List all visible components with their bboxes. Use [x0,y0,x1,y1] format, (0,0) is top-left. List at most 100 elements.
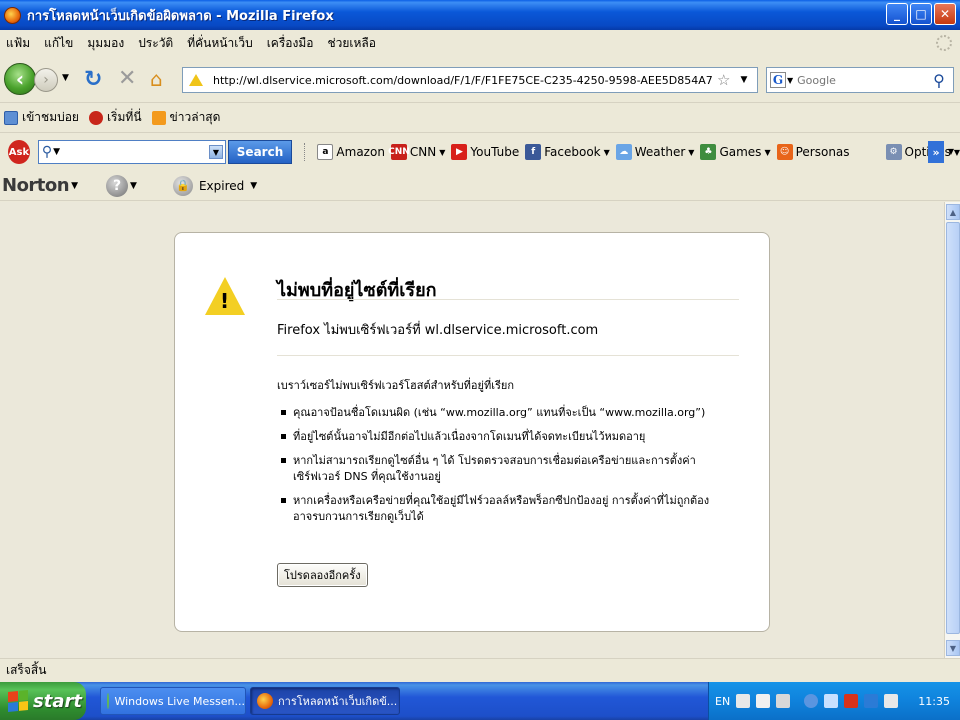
menu-bar: แฟ้ม แก้ไข มุมมอง ประวัติ ที่คั่นหน้าเว็… [0,30,960,57]
security-icon[interactable] [844,694,859,708]
chevron-down-icon[interactable]: ▼ [954,148,960,157]
error-short-desc: Firefox ไม่พบเซิร์ฟเวอร์ที่ wl.dlservice… [277,323,599,338]
firefox-icon [4,6,21,24]
toolbar-item-cnn[interactable]: CNN CNN ▼ [388,144,445,160]
ask-logo-icon[interactable]: Ask [8,140,30,164]
toolbar-item-label: Games [719,145,762,159]
clock[interactable]: 11:35 [918,695,950,708]
divider [277,355,739,356]
status-text: เสร็จสิ้น [6,663,47,677]
lock-icon[interactable]: 🔒 [172,175,193,196]
chevron-down-icon[interactable]: ▼ [71,181,78,191]
close-button[interactable]: ✕ [934,3,956,25]
error-page: ! ไม่พบที่อยู่ไซต์ที่เรียก Firefox ไม่พบ… [174,232,770,632]
toolbar-item-label: Personas [795,145,850,159]
url-text[interactable]: http://wl.dlservice.microsoft.com/downlo… [213,74,713,87]
menu-history[interactable]: ประวัติ [138,34,173,53]
start-label: start [33,690,82,712]
menu-help[interactable]: ช่วยเหลือ [327,34,376,53]
firefox-icon [257,693,273,709]
stop-button[interactable]: ✕ [118,66,136,91]
help-icon[interactable]: ? [106,174,129,197]
chevron-down-icon[interactable]: ▼ [439,148,445,157]
search-input[interactable] [797,73,934,87]
windows-flag-icon [8,689,28,713]
taskbar-item-label: Windows Live Messen... [114,694,245,708]
back-button[interactable]: ‹ [4,63,36,95]
menu-view[interactable]: มุมมอง [87,34,124,53]
bookmark-most-visited[interactable]: เข้าชมบ่อย [4,108,79,127]
toolbar-item-facebook[interactable]: f Facebook ▼ [525,144,610,160]
ask-search-button[interactable]: Search [228,140,293,164]
toolbar-item-label: YouTube [470,145,520,159]
toolbar-item-amazon[interactable]: a Amazon [317,144,385,160]
weather-icon: ☁ [615,144,632,160]
start-button[interactable]: start [0,682,86,720]
antivirus-icon[interactable] [864,694,879,708]
home-button[interactable]: ⌂ [150,67,163,91]
forward-button[interactable]: › [34,68,58,92]
toolbar-item-personas[interactable]: ☺ Personas [776,144,850,160]
toolbar-item-weather[interactable]: ☁ Weather ▼ [615,144,694,160]
toolbar-overflow-button[interactable]: » [928,141,944,163]
volume-icon[interactable] [884,694,899,708]
chevron-down-icon[interactable]: ▼ [688,148,694,157]
taskbar-item-label: การโหลดหน้าเว็บเกิดข้... [278,695,398,708]
throbber-icon [936,35,952,51]
chevron-down-icon[interactable]: ▼ [250,181,257,191]
bookmark-latest-headlines[interactable]: ข่าวล่าสุด [151,108,220,127]
menu-tools[interactable]: เครื่องมือ [267,34,314,53]
keyboard-icon[interactable] [736,694,751,708]
menu-bookmarks[interactable]: ที่คั่นหน้าเว็บ [187,34,252,53]
expired-label[interactable]: Expired [199,179,244,193]
bookmark-getting-started[interactable]: เริ่มที่นี่ [88,108,142,127]
url-bar[interactable]: http://wl.dlservice.microsoft.com/downlo… [182,67,758,93]
youtube-icon: ▶ [451,144,468,160]
menu-file[interactable]: แฟ้ม [6,34,30,53]
system-tray: EN 11:35 [708,682,960,720]
try-again-button[interactable]: โปรดลองอีกครั้ง [277,563,368,587]
error-intro: เบราว์เซอร์ไม่พบเซิร์ฟเวอร์โฮสต์สำหรับที… [277,379,514,392]
url-dropdown-icon[interactable]: ▼ [740,75,747,85]
error-suggestions: คุณอาจป้อนชื่อโดเมนผิด (เช่น “ww.mozilla… [277,405,717,533]
most-visited-icon [4,110,18,125]
pen-icon[interactable] [776,694,791,708]
cnn-icon: CNN [388,144,410,160]
scroll-down-button[interactable]: ▼ [946,640,960,656]
taskbar-item-messenger[interactable]: Windows Live Messen... [100,687,246,715]
search-box[interactable]: G ▼ ⚲ [766,67,954,93]
minimize-button[interactable]: _ [886,3,908,25]
network-icon[interactable] [824,694,839,708]
vertical-scrollbar[interactable]: ▲ ▼ [944,202,960,658]
list-item: ที่อยู่ไซต์นั้นอาจไม่มีอีกต่อไปแล้วเนื่อ… [277,429,717,445]
help-icon[interactable] [756,694,771,708]
search-icon[interactable]: ⚲ [933,71,945,90]
scroll-up-button[interactable]: ▲ [946,204,960,220]
chevron-down-icon[interactable]: ▼ [209,145,223,159]
collapse-tray-icon[interactable] [804,694,819,708]
toolbar-item-games[interactable]: ♣ Games ▼ [700,144,771,160]
language-indicator[interactable]: EN [715,695,730,708]
chevron-down-icon[interactable]: ▼ [764,148,770,157]
history-dropdown-icon[interactable]: ▼ [62,73,69,83]
reload-button[interactable]: ↻ [84,67,102,92]
scroll-thumb[interactable] [946,222,960,634]
engine-dropdown-icon[interactable]: ▼ [787,76,793,85]
list-item: คุณอาจป้อนชื่อโดเมนผิด (เช่น “ww.mozilla… [277,405,717,421]
search-type-dropdown-icon[interactable]: ▼ [53,147,60,157]
toolbar-item-label: Amazon [336,145,385,159]
divider [277,299,739,300]
chevron-down-icon[interactable]: ▼ [948,147,954,156]
norton-logo[interactable]: Norton [2,175,70,196]
taskbar-item-firefox[interactable]: การโหลดหน้าเว็บเกิดข้... [250,687,400,715]
chevron-down-icon[interactable]: ▼ [604,148,610,157]
maximize-button[interactable]: □ [910,3,932,25]
toolbar-item-youtube[interactable]: ▶ YouTube [451,144,519,160]
bookmark-star-icon[interactable]: ☆ [717,71,730,89]
google-engine-icon[interactable]: G [770,72,786,88]
ask-search-input[interactable]: ⚲ ▼ ▼ [37,140,226,164]
window-title: การโหลดหน้าเว็บเกิดข้อผิดพลาด - Mozilla … [27,8,334,24]
menu-edit[interactable]: แก้ไข [44,34,73,53]
chevron-down-icon[interactable]: ▼ [130,181,137,191]
bookmark-label: เริ่มที่นี่ [106,110,142,124]
